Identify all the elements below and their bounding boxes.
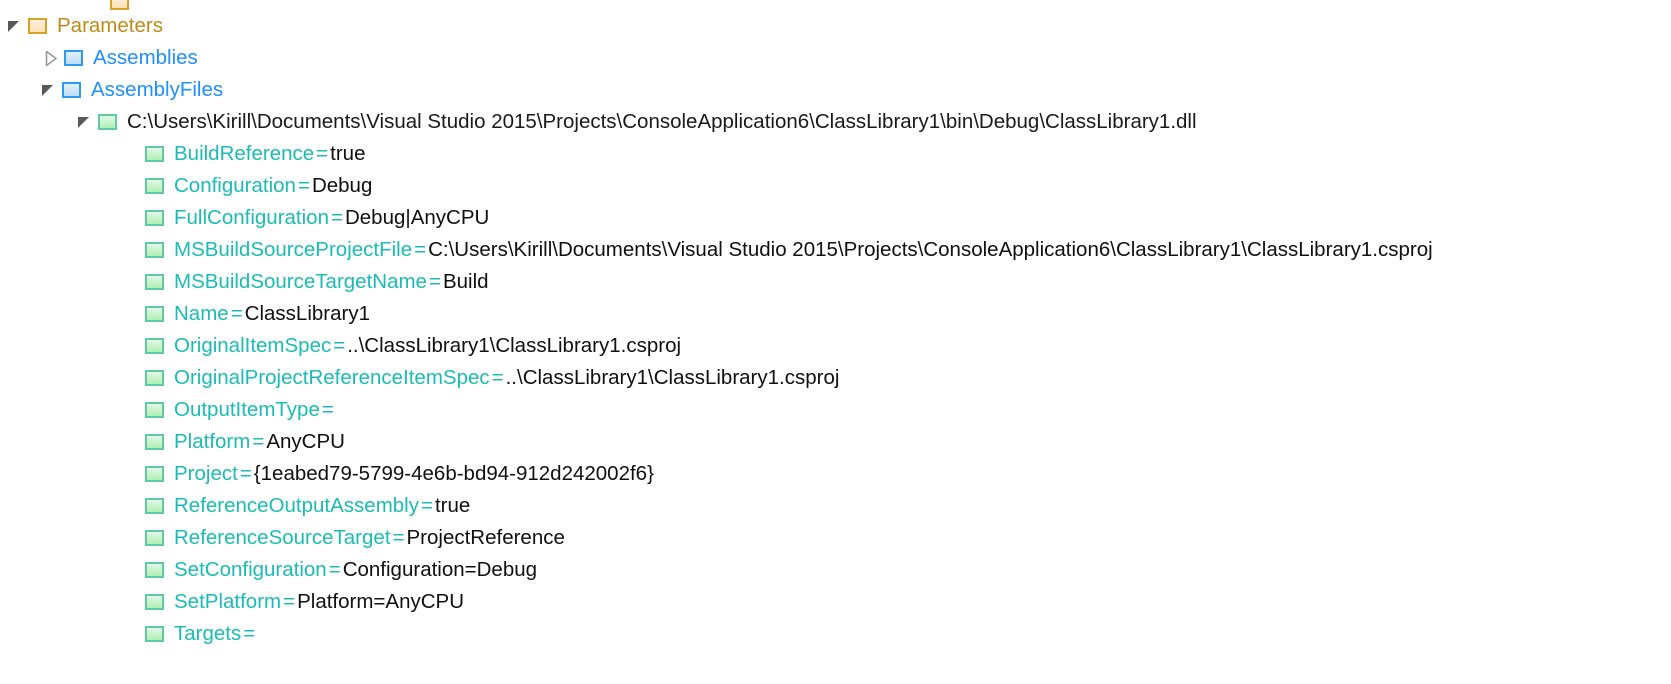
metadata-value: AnyCPU bbox=[266, 430, 345, 453]
metadata-equals: = bbox=[333, 334, 346, 357]
tree-row-label: Parameters bbox=[57, 14, 163, 37]
metadata-equals: = bbox=[230, 302, 243, 325]
item-green-icon bbox=[145, 626, 164, 642]
metadata-row[interactable]: Targets = bbox=[0, 618, 1671, 650]
metadata-value: ..\ClassLibrary1\ClassLibrary1.csproj bbox=[347, 334, 682, 357]
metadata-equals: = bbox=[321, 398, 334, 421]
metadata-name: ReferenceOutputAssembly bbox=[174, 494, 419, 517]
metadata-value: {1eabed79-5799-4e6b-bd94-912d242002f6} bbox=[253, 462, 654, 485]
item-green-icon bbox=[145, 370, 164, 386]
metadata-equals: = bbox=[316, 142, 329, 165]
item-green-icon bbox=[145, 146, 164, 162]
tree-row-assembly-file-path[interactable]: C:\Users\Kirill\Documents\Visual Studio … bbox=[0, 106, 1671, 138]
folder-orange-icon bbox=[110, 0, 129, 10]
item-green-icon bbox=[145, 466, 164, 482]
metadata-row[interactable]: Configuration = Debug bbox=[0, 170, 1671, 202]
metadata-equals: = bbox=[420, 494, 433, 517]
item-green-icon bbox=[145, 530, 164, 546]
metadata-equals: = bbox=[328, 558, 341, 581]
tree-row-label: Assemblies bbox=[93, 46, 198, 69]
item-green-icon bbox=[145, 274, 164, 290]
metadata-row[interactable]: MSBuildSourceTargetName = Build bbox=[0, 266, 1671, 298]
metadata-name: ReferenceSourceTarget bbox=[174, 526, 391, 549]
metadata-value: true bbox=[330, 142, 366, 165]
metadata-value: ..\ClassLibrary1\ClassLibrary1.csproj bbox=[505, 366, 840, 389]
folder-orange-icon bbox=[28, 18, 47, 34]
metadata-row[interactable]: Name = ClassLibrary1 bbox=[0, 298, 1671, 330]
metadata-value: Debug|AnyCPU bbox=[344, 206, 490, 229]
metadata-name: Targets bbox=[174, 622, 242, 645]
metadata-value: ProjectReference bbox=[406, 526, 565, 549]
metadata-row[interactable]: SetConfiguration = Configuration=Debug bbox=[0, 554, 1671, 586]
metadata-name: FullConfiguration bbox=[174, 206, 329, 229]
metadata-value: true bbox=[434, 494, 471, 517]
tree-row-assemblies[interactable]: Assemblies bbox=[0, 42, 1671, 74]
metadata-row[interactable]: OriginalItemSpec = ..\ClassLibrary1\Clas… bbox=[0, 330, 1671, 362]
item-green-icon bbox=[145, 242, 164, 258]
metadata-row[interactable]: ReferenceOutputAssembly = true bbox=[0, 490, 1671, 522]
tree-row-label: C:\Users\Kirill\Documents\Visual Studio … bbox=[127, 110, 1197, 133]
metadata-name: SetPlatform bbox=[174, 590, 282, 613]
metadata-equals: = bbox=[414, 238, 427, 261]
item-blue-icon bbox=[62, 82, 81, 98]
metadata-equals: = bbox=[283, 590, 296, 613]
item-green-icon bbox=[145, 306, 164, 322]
metadata-value: Debug bbox=[311, 174, 373, 197]
metadata-name: OriginalProjectReferenceItemSpec bbox=[174, 366, 490, 389]
metadata-row[interactable]: OutputItemType = bbox=[0, 394, 1671, 426]
item-green-icon bbox=[145, 594, 164, 610]
metadata-name: Name bbox=[174, 302, 229, 325]
metadata-name: Configuration bbox=[174, 174, 296, 197]
item-green-icon bbox=[145, 498, 164, 514]
metadata-equals: = bbox=[491, 366, 504, 389]
metadata-equals: = bbox=[252, 430, 265, 453]
item-green-icon bbox=[145, 178, 164, 194]
metadata-equals: = bbox=[330, 206, 343, 229]
metadata-equals: = bbox=[392, 526, 405, 549]
tree-row-parameters[interactable]: Parameters bbox=[0, 10, 1671, 42]
metadata-row[interactable]: OriginalProjectReferenceItemSpec = ..\Cl… bbox=[0, 362, 1671, 394]
metadata-name: MSBuildSourceTargetName bbox=[174, 270, 427, 293]
metadata-row[interactable]: ReferenceSourceTarget = ProjectReference bbox=[0, 522, 1671, 554]
metadata-value: C:\Users\Kirill\Documents\Visual Studio … bbox=[428, 238, 1433, 261]
expander-expanded-icon[interactable] bbox=[2, 13, 28, 39]
metadata-row[interactable]: BuildReference = true bbox=[0, 138, 1671, 170]
item-blue-icon bbox=[64, 50, 83, 66]
metadata-name: BuildReference bbox=[174, 142, 315, 165]
item-green-icon bbox=[145, 434, 164, 450]
metadata-row[interactable]: FullConfiguration = Debug|AnyCPU bbox=[0, 202, 1671, 234]
metadata-value: Configuration=Debug bbox=[342, 558, 538, 581]
expander-collapsed-icon[interactable] bbox=[38, 45, 64, 71]
metadata-name: Project bbox=[174, 462, 238, 485]
tree-row-assembly-files[interactable]: AssemblyFiles bbox=[0, 74, 1671, 106]
metadata-value: Platform=AnyCPU bbox=[297, 590, 464, 613]
tree-row-clipped-top[interactable] bbox=[0, 0, 1671, 10]
metadata-name: OutputItemType bbox=[174, 398, 320, 421]
metadata-equals: = bbox=[243, 622, 256, 645]
tree-row-label: AssemblyFiles bbox=[91, 78, 224, 101]
metadata-name: SetConfiguration bbox=[174, 558, 327, 581]
metadata-equals: = bbox=[297, 174, 310, 197]
metadata-name: OriginalItemSpec bbox=[174, 334, 332, 357]
metadata-row[interactable]: Project = {1eabed79-5799-4e6b-bd94-912d2… bbox=[0, 458, 1671, 490]
metadata-equals: = bbox=[428, 270, 441, 293]
item-green-icon bbox=[145, 562, 164, 578]
metadata-equals: = bbox=[239, 462, 252, 485]
metadata-value: ClassLibrary1 bbox=[244, 302, 370, 325]
metadata-name: Platform bbox=[174, 430, 251, 453]
expander-expanded-icon[interactable] bbox=[72, 109, 98, 135]
expander-expanded-icon[interactable] bbox=[36, 77, 62, 103]
tree-view[interactable]: Parameters Assemblies AssemblyFiles C:\U… bbox=[0, 0, 1671, 684]
metadata-name: MSBuildSourceProjectFile bbox=[174, 238, 413, 261]
metadata-row[interactable]: Platform = AnyCPU bbox=[0, 426, 1671, 458]
item-green-icon bbox=[145, 402, 164, 418]
item-green-icon bbox=[145, 210, 164, 226]
metadata-value: Build bbox=[442, 270, 489, 293]
item-green-icon bbox=[98, 114, 117, 130]
metadata-row[interactable]: SetPlatform = Platform=AnyCPU bbox=[0, 586, 1671, 618]
item-green-icon bbox=[145, 338, 164, 354]
metadata-row[interactable]: MSBuildSourceProjectFile = C:\Users\Kiri… bbox=[0, 234, 1671, 266]
